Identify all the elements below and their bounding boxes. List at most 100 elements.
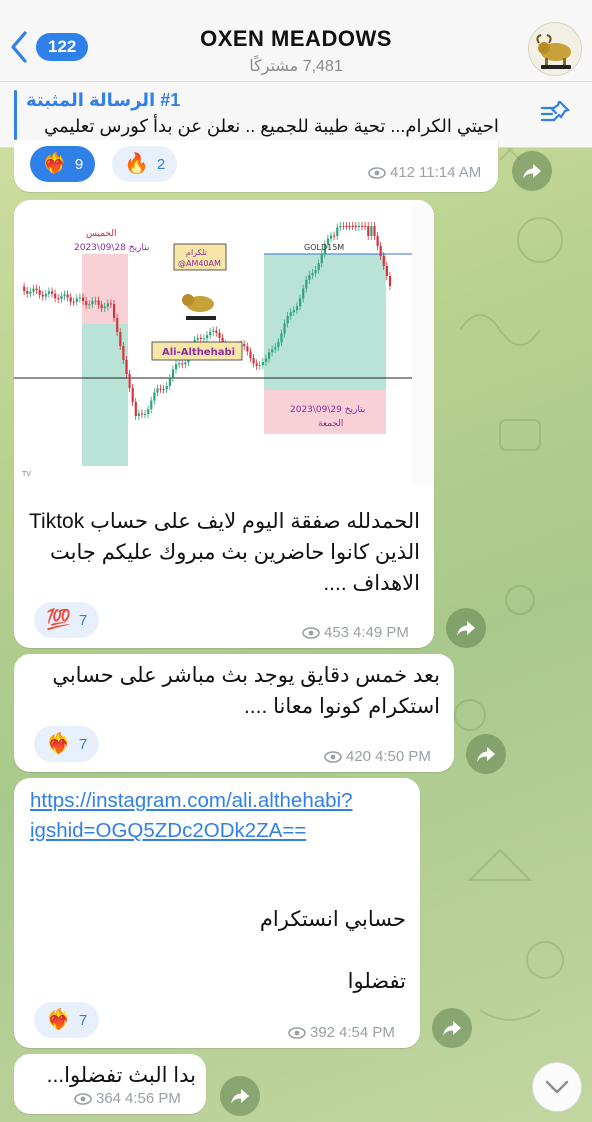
candle-body [209,331,212,336]
forward-arrow-icon [523,164,541,179]
view-count: 364 [96,1090,122,1107]
candle-body [373,226,376,236]
message-text: بعد خمس دقايق يوجد بث مباشر على حسابي اس… [52,664,440,718]
candle-body [66,294,69,298]
candle-body [140,413,144,415]
candle-body [305,279,308,289]
candle-body [268,352,271,359]
forward-button[interactable] [446,608,486,648]
candle-body [206,335,209,339]
candle-body [295,306,299,311]
candle-body [113,304,116,319]
message-meta: 364 4:56 PM [74,1090,181,1107]
message-time: 4:50 PM [375,748,431,765]
candle-body [274,347,277,350]
reaction-chip[interactable]: 🔥 2 [112,146,178,182]
subscriber-count: 7,481 مشتركًا [249,58,343,75]
channel-title-block[interactable]: OXEN MEADOWS 7,481 مشتركًا [0,26,592,76]
candle-body [51,291,54,294]
candle-body [122,346,125,361]
reaction-chip[interactable]: ❤️‍🔥 7 [34,726,100,762]
link-line-2[interactable]: igshid=OGQ5ZDc2ODk2ZA== [30,816,352,846]
candle-body [311,273,314,276]
candle-body [137,413,140,417]
candle-body [348,226,351,227]
candle-body [364,226,367,227]
candle-body [320,253,323,264]
candle-body [385,266,388,276]
candle-body [100,304,103,309]
candle-body [119,332,122,347]
scroll-to-bottom-button[interactable] [532,1062,582,1112]
forward-arrow-icon [231,1089,249,1104]
candle-body [314,270,317,274]
candle-body [178,363,181,365]
candle-body [171,369,175,379]
forward-arrow-icon [443,1021,461,1036]
link-line-1[interactable]: https://instagram.com/ali.althehabi? [30,786,352,816]
instagram-link[interactable]: https://instagram.com/ali.althehabi? igs… [30,786,352,846]
heart-on-fire-icon: ❤️‍🔥 [42,153,67,175]
trading-chart-image[interactable]: الخميس بتاريخ 28\09\2023 تلكرام @AM40AM … [14,206,434,484]
message-meta: 392 4:54 PM [288,1024,395,1041]
candle-body [333,235,336,237]
candle-body [339,226,342,228]
candle-body [82,297,85,302]
right-green-zone [264,254,386,390]
candle-body [330,235,333,239]
candle-body [367,226,370,236]
reaction-chip[interactable]: ❤️‍🔥 7 [34,1002,100,1038]
forward-button[interactable] [432,1008,472,1048]
candle-body [277,342,280,348]
candle-body [280,333,283,343]
message-bubble: بعد خمس دقايق يوجد بث مباشر على حسابي اس… [14,654,454,772]
view-count: 392 [310,1024,336,1041]
candle-body [351,226,354,227]
pinned-list-icon[interactable] [538,96,572,130]
candle-body [47,291,51,294]
candle-body [91,300,94,305]
bull-logo-icon [536,34,571,69]
candle-body [26,291,29,294]
left-red-zone [82,254,128,324]
candle-body [249,351,252,358]
candle-body [75,298,78,302]
candle-body [78,297,82,299]
forward-button[interactable] [220,1076,260,1116]
candle-body [38,290,41,295]
channel-avatar[interactable] [528,22,582,76]
candle-body [196,338,199,340]
reaction-count: 7 [78,611,88,629]
candle-body [252,357,255,364]
reaction-chip[interactable]: ❤️‍🔥 9 [30,146,96,182]
forward-button[interactable] [512,151,552,191]
candle-body [156,388,159,393]
view-count: 453 [324,624,350,641]
chat-header: 122 OXEN MEADOWS 7,481 مشتركًا [0,0,592,82]
candle-body [106,303,109,307]
candle-body [376,236,379,246]
candle-body [181,363,184,365]
reaction-chip[interactable]: 💯 7 [34,602,100,638]
chart-telegram-label: تلكرام [186,248,207,257]
candle-body [271,349,274,353]
chart-name-tag: Ali-Althehabi [162,347,235,358]
candle-body [103,306,106,309]
eye-icon [288,1026,306,1039]
forward-button[interactable] [466,734,506,774]
chart-symbol: GOLD15M [304,243,344,252]
chart-handle: @AM40AM [178,259,221,268]
message-bubble: بدا البث تفضلوا... 364 4:56 PM [14,1054,206,1114]
message-text: حسابي انستكرام [259,908,406,931]
candle-body [212,330,215,332]
chevron-down-icon [545,1080,569,1094]
candle-body [94,300,97,302]
message-meta: 453 4:49 PM [302,624,409,641]
candle-body [342,226,345,227]
candle-body [202,338,206,340]
heart-on-fire-icon: ❤️‍🔥 [46,733,71,755]
message-text: تفضلوا [347,970,406,993]
candle-body [153,392,156,401]
eye-icon [74,1092,92,1105]
pinned-message-bar[interactable]: #1 الرسالة المثبتة احيتي الكرام... تحية … [0,82,592,148]
